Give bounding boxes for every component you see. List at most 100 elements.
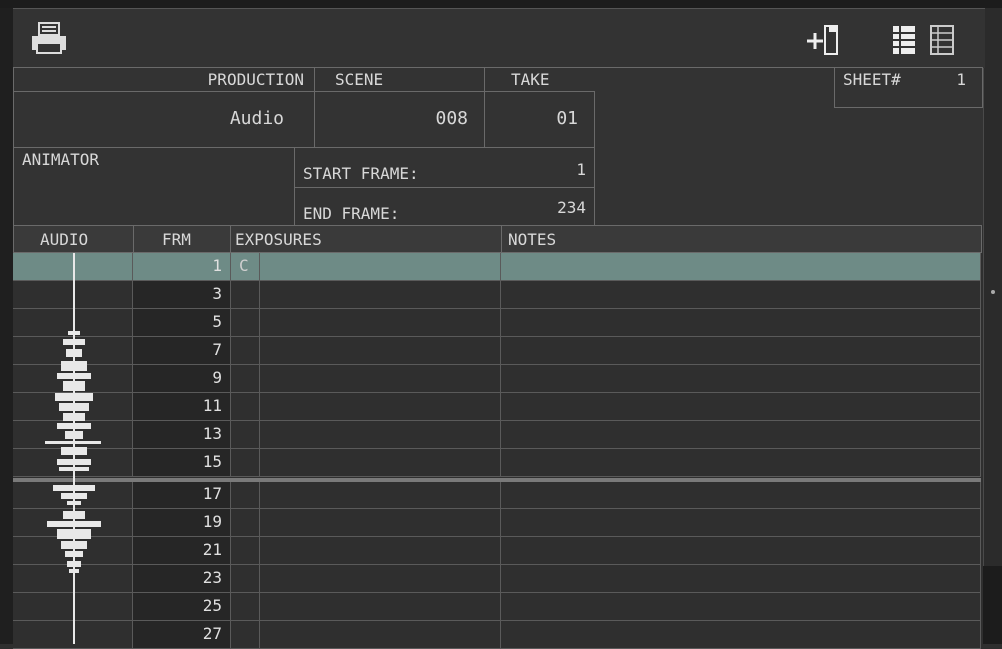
audio-cell[interactable] <box>13 309 133 337</box>
audio-cell[interactable] <box>13 365 133 393</box>
audio-cell[interactable] <box>13 593 133 621</box>
table-row[interactable]: 7 <box>13 337 981 365</box>
notes-cell[interactable] <box>501 421 981 449</box>
table-row[interactable]: 1C <box>13 253 981 281</box>
frame-number[interactable]: 9 <box>133 365 231 393</box>
table-row[interactable]: 17 <box>13 481 981 509</box>
frame-number[interactable]: 15 <box>133 449 231 477</box>
exposure-cell[interactable] <box>231 281 260 309</box>
frame-number[interactable]: 23 <box>133 565 231 593</box>
notes-cell[interactable] <box>501 537 981 565</box>
notes-cell[interactable] <box>501 393 981 421</box>
exposure-detail-cell[interactable] <box>260 449 501 477</box>
list-filled-icon[interactable] <box>889 23 919 57</box>
audio-cell[interactable] <box>13 481 133 509</box>
exposure-cell[interactable]: C <box>231 253 260 281</box>
notes-cell[interactable] <box>501 481 981 509</box>
table-row[interactable]: 21 <box>13 537 981 565</box>
table-row[interactable]: 23 <box>13 565 981 593</box>
exposure-detail-cell[interactable] <box>260 509 501 537</box>
add-column-icon[interactable] <box>805 23 841 57</box>
exposure-detail-cell[interactable] <box>260 393 501 421</box>
column-header-frm[interactable]: FRM <box>133 225 231 253</box>
sheet-number-cell[interactable]: SHEET# 1 <box>834 67 983 108</box>
notes-cell[interactable] <box>501 449 981 477</box>
frame-number[interactable]: 11 <box>133 393 231 421</box>
exposure-detail-cell[interactable] <box>260 365 501 393</box>
exposure-detail-cell[interactable] <box>260 253 501 281</box>
exposure-cell[interactable] <box>231 537 260 565</box>
frame-number[interactable]: 21 <box>133 537 231 565</box>
scrollbar-thumb[interactable] <box>991 290 995 294</box>
audio-cell[interactable] <box>13 449 133 477</box>
exposure-detail-cell[interactable] <box>260 565 501 593</box>
exposure-cell[interactable] <box>231 565 260 593</box>
notes-cell[interactable] <box>501 509 981 537</box>
notes-cell[interactable] <box>501 309 981 337</box>
exposure-detail-cell[interactable] <box>260 337 501 365</box>
frame-number[interactable]: 27 <box>133 621 231 649</box>
exposure-cell[interactable] <box>231 309 260 337</box>
audio-cell[interactable] <box>13 421 133 449</box>
exposure-cell[interactable] <box>231 421 260 449</box>
column-header-exposures[interactable]: EXPOSURES <box>230 225 502 253</box>
exposure-detail-cell[interactable] <box>260 481 501 509</box>
exposure-cell[interactable] <box>231 621 260 649</box>
table-row[interactable]: 15 <box>13 449 981 477</box>
take-value-cell[interactable]: 01 <box>484 91 595 148</box>
start-frame-cell[interactable]: START FRAME: 1 <box>294 147 595 188</box>
table-row[interactable]: 27 <box>13 621 981 649</box>
column-header-notes[interactable]: NOTES <box>501 225 982 253</box>
end-frame-cell[interactable]: END FRAME: 234 <box>294 187 595 226</box>
table-row[interactable]: 3 <box>13 281 981 309</box>
notes-cell[interactable] <box>501 281 981 309</box>
exposure-cell[interactable] <box>231 481 260 509</box>
exposure-cell[interactable] <box>231 393 260 421</box>
table-row[interactable]: 9 <box>13 365 981 393</box>
exposure-cell[interactable] <box>231 509 260 537</box>
audio-cell[interactable] <box>13 281 133 309</box>
exposure-detail-cell[interactable] <box>260 421 501 449</box>
frame-number[interactable]: 17 <box>133 481 231 509</box>
exposure-detail-cell[interactable] <box>260 537 501 565</box>
scene-value-cell[interactable]: 008 <box>314 91 485 148</box>
frame-number[interactable]: 7 <box>133 337 231 365</box>
frame-number[interactable]: 25 <box>133 593 231 621</box>
animator-cell[interactable]: ANIMATOR <box>13 147 295 226</box>
notes-cell[interactable] <box>501 593 981 621</box>
exposure-detail-cell[interactable] <box>260 309 501 337</box>
audio-cell[interactable] <box>13 537 133 565</box>
production-value-cell[interactable]: Audio <box>13 91 315 148</box>
exposure-detail-cell[interactable] <box>260 621 501 649</box>
frame-number[interactable]: 3 <box>133 281 231 309</box>
frame-number[interactable]: 1 <box>133 253 231 281</box>
audio-cell[interactable] <box>13 565 133 593</box>
table-row[interactable]: 5 <box>13 309 981 337</box>
vertical-scrollbar[interactable] <box>983 8 1002 644</box>
table-row[interactable]: 11 <box>13 393 981 421</box>
exposure-detail-cell[interactable] <box>260 593 501 621</box>
notes-cell[interactable] <box>501 253 981 281</box>
printer-icon[interactable] <box>29 21 69 57</box>
table-row[interactable]: 19 <box>13 509 981 537</box>
frame-number[interactable]: 13 <box>133 421 231 449</box>
notes-cell[interactable] <box>501 621 981 649</box>
exposure-cell[interactable] <box>231 337 260 365</box>
exposure-cell[interactable] <box>231 365 260 393</box>
frame-number[interactable]: 19 <box>133 509 231 537</box>
audio-cell[interactable] <box>13 253 133 281</box>
exposure-cell[interactable] <box>231 449 260 477</box>
table-row[interactable]: 13 <box>13 421 981 449</box>
notes-cell[interactable] <box>501 565 981 593</box>
table-row[interactable]: 25 <box>13 593 981 621</box>
audio-cell[interactable] <box>13 509 133 537</box>
notes-cell[interactable] <box>501 337 981 365</box>
audio-cell[interactable] <box>13 621 133 649</box>
audio-cell[interactable] <box>13 337 133 365</box>
list-outline-icon[interactable] <box>927 23 957 57</box>
audio-cell[interactable] <box>13 393 133 421</box>
frame-number[interactable]: 5 <box>133 309 231 337</box>
exposure-detail-cell[interactable] <box>260 281 501 309</box>
exposure-cell[interactable] <box>231 593 260 621</box>
column-header-audio[interactable]: AUDIO <box>13 225 134 253</box>
